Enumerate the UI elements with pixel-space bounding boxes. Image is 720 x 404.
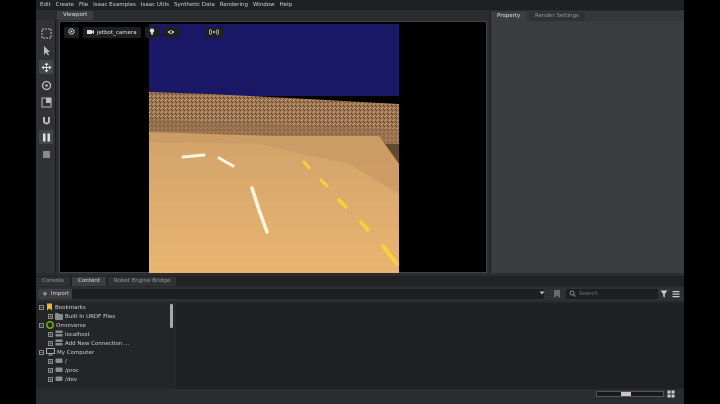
bottom-tab-bar: Console Content Robot Engine Bridge	[36, 276, 684, 286]
expand-icon[interactable]: +	[48, 377, 53, 382]
left-toolbar	[36, 20, 56, 273]
tree-item-label: My Computer	[57, 349, 95, 356]
rotate-icon[interactable]	[39, 78, 53, 92]
search-icon	[569, 290, 576, 299]
camera-name: jetbot_camera	[97, 29, 137, 36]
menu-window[interactable]: Window	[253, 2, 275, 8]
computer-icon	[46, 347, 55, 358]
camera-icon	[87, 29, 94, 37]
pause-icon[interactable]	[39, 130, 53, 144]
menu-file[interactable]: File	[79, 2, 88, 8]
bookmark-add-icon[interactable]	[553, 289, 561, 301]
tree-item-label: Omniverse	[56, 322, 86, 329]
server-icon	[55, 339, 63, 348]
grid-view-icon[interactable]	[667, 390, 675, 400]
tree-item-label: /proc	[65, 367, 79, 374]
expand-icon[interactable]: +	[48, 341, 53, 346]
collapse-icon[interactable]: −	[39, 323, 44, 328]
tab-property[interactable]: Property	[491, 12, 527, 21]
select-arrow-icon[interactable]	[39, 43, 53, 57]
right-panel: Property Render Settings	[490, 11, 684, 273]
tree-item-built-in-urdf[interactable]: + Built In URDF Files	[48, 312, 115, 321]
drive-icon	[55, 357, 63, 366]
snap-magnet-icon[interactable]	[39, 113, 53, 127]
collapse-icon[interactable]: −	[39, 305, 44, 310]
tree-item-my-computer[interactable]: − My Computer	[39, 347, 95, 358]
broadcast-icon	[208, 28, 219, 37]
tree-item-label: Built In URDF Files	[65, 313, 116, 320]
search-placeholder: Search	[579, 291, 598, 297]
lighting-button[interactable]	[144, 27, 159, 38]
menu-isaac-utils[interactable]: Isaac Utils	[141, 2, 169, 8]
camera-select-button[interactable]: jetbot_camera	[83, 27, 141, 38]
tree-item-bookmarks[interactable]: − Bookmarks	[39, 303, 86, 312]
collapse-icon[interactable]: −	[39, 350, 44, 355]
tree-item-label: /dev	[65, 376, 77, 383]
expand-icon[interactable]: +	[48, 332, 53, 337]
viewport[interactable]: jetbot_camera	[59, 21, 487, 273]
move-icon[interactable]	[39, 60, 53, 74]
tree-item-label: localhost	[65, 331, 90, 338]
isaac-sim-window: Edit Create File Isaac Examples Isaac Ut…	[36, 0, 684, 404]
tree-item-root[interactable]: + /	[48, 357, 67, 366]
tree-item-proc[interactable]: + /proc	[48, 366, 79, 375]
menu-icon[interactable]	[672, 290, 680, 300]
import-button[interactable]: + Import	[38, 289, 74, 299]
tab-viewport[interactable]: Viewport	[57, 11, 94, 20]
stop-icon[interactable]	[39, 147, 53, 161]
menu-isaac-examples[interactable]: Isaac Examples	[93, 2, 136, 8]
search-input[interactable]: Search	[566, 289, 658, 299]
viewport-settings-button[interactable]	[64, 27, 79, 38]
expand-icon[interactable]: +	[48, 359, 53, 364]
tree-item-label: Bookmarks	[55, 304, 86, 311]
drive-icon	[55, 366, 63, 375]
visibility-button[interactable]	[162, 27, 179, 38]
tab-console[interactable]: Console	[36, 277, 70, 286]
tab-render-settings[interactable]: Render Settings	[529, 12, 585, 21]
tree-item-label: /	[65, 358, 67, 365]
import-label: Import	[50, 291, 70, 297]
menu-bar: Edit Create File Isaac Examples Isaac Ut…	[36, 0, 684, 10]
tree-scrollbar[interactable]	[170, 304, 173, 328]
broadcast-button[interactable]	[204, 27, 223, 38]
tree-item-omniverse[interactable]: − Omniverse	[39, 320, 86, 331]
menu-create[interactable]: Create	[56, 2, 74, 8]
tree-item-dev[interactable]: + /dev	[48, 375, 77, 384]
light-bulb-icon	[149, 28, 155, 37]
drive-icon	[55, 375, 63, 384]
tree-item-add-connection[interactable]: + Add New Connection ...	[48, 339, 129, 348]
bottom-panel: Console Content Robot Engine Bridge + Im…	[36, 276, 684, 404]
camera-render	[149, 24, 399, 273]
content-list-pane	[176, 303, 684, 389]
omniverse-icon	[46, 320, 54, 331]
expand-icon[interactable]: +	[48, 368, 53, 373]
gear-icon	[68, 28, 75, 37]
menu-edit[interactable]: Edit	[40, 2, 51, 8]
property-panel-body	[491, 21, 684, 273]
menu-synthetic-data[interactable]: Synthetic Data	[174, 2, 215, 8]
menu-help[interactable]: Help	[280, 2, 293, 8]
content-tree: − Bookmarks + Built In URDF Files − Omni…	[36, 303, 174, 389]
content-footer	[36, 389, 684, 404]
tab-robot-engine-bridge[interactable]: Robot Engine Bridge	[108, 277, 177, 286]
tab-content[interactable]: Content	[72, 277, 106, 286]
expand-icon[interactable]: +	[48, 314, 53, 319]
plus-icon: +	[42, 289, 48, 298]
select-region-icon[interactable]	[39, 26, 53, 40]
thumbnail-size-slider[interactable]	[596, 391, 664, 397]
eye-icon	[167, 29, 175, 37]
content-toolbar: + Import Search	[36, 287, 684, 301]
folder-icon	[55, 312, 63, 320]
viewport-toolbar: jetbot_camera	[64, 27, 223, 38]
scale-icon[interactable]	[39, 95, 53, 109]
filter-icon[interactable]	[660, 290, 668, 300]
dropdown-arrow-icon[interactable]	[539, 290, 545, 298]
tree-item-localhost[interactable]: + localhost	[48, 330, 90, 339]
menu-rendering[interactable]: Rendering	[220, 2, 248, 8]
path-field[interactable]	[72, 289, 544, 299]
slider-thumb[interactable]	[621, 392, 631, 396]
tree-item-label: Add New Connection ...	[65, 340, 130, 347]
server-icon	[55, 330, 63, 339]
